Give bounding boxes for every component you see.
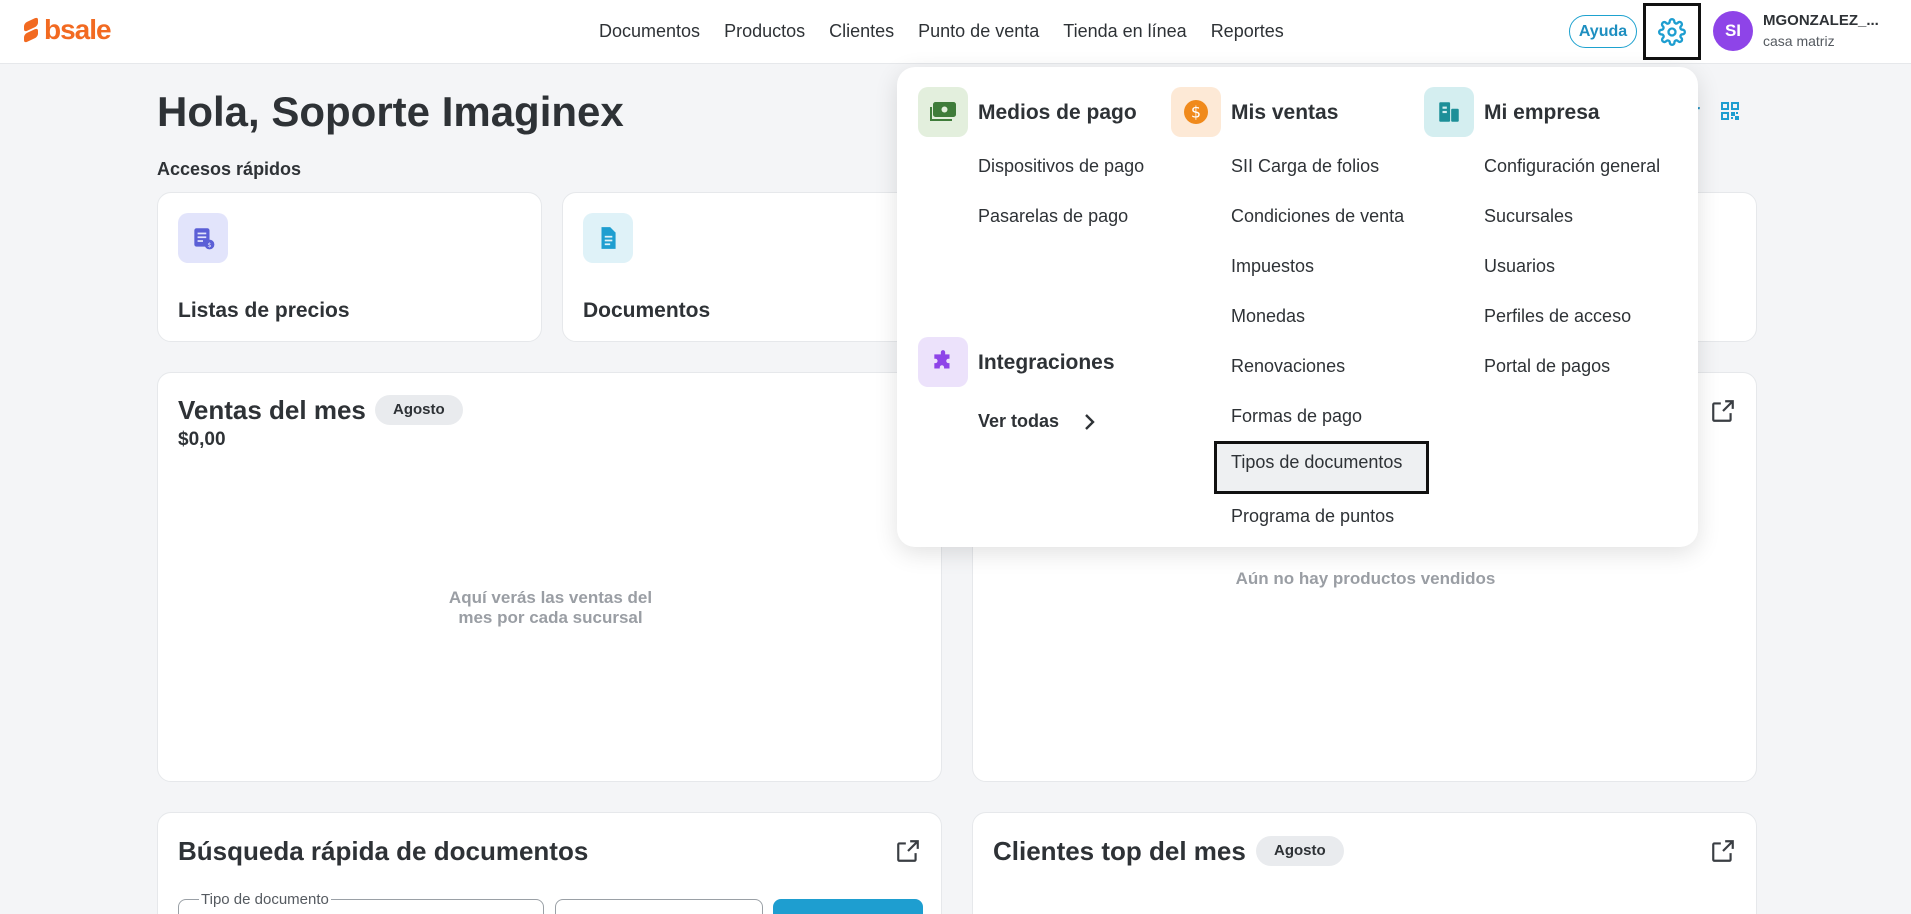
logo-text: bsale: [44, 14, 112, 45]
chevron-right-icon: [1085, 413, 1095, 430]
menu-item-points-program[interactable]: Programa de puntos: [1231, 506, 1394, 527]
menu-item-payment-gateways[interactable]: Pasarelas de pago: [978, 206, 1128, 227]
menu-heading-payment: Medios de pago: [978, 101, 1137, 124]
menu-item-payment-methods[interactable]: Formas de pago: [1231, 406, 1362, 427]
main-nav: Documentos Productos Clientes Punto de v…: [587, 19, 1296, 43]
quick-access-card-documents[interactable]: Documentos: [562, 192, 947, 342]
svg-text:$: $: [207, 241, 211, 249]
menu-item-branches[interactable]: Sucursales: [1484, 206, 1573, 227]
menu-item-renewals[interactable]: Renovaciones: [1231, 356, 1345, 377]
cash-icon: [918, 87, 968, 137]
top-clients-panel: Clientes top del mes Agosto: [972, 812, 1757, 914]
sales-empty-message: Aquí verás las ventas del mes por cada s…: [448, 588, 653, 627]
sales-of-month-panel: Ventas del mes Agosto $0,00 Aquí verás l…: [157, 372, 942, 782]
menu-item-taxes[interactable]: Impuestos: [1231, 256, 1314, 277]
nav-productos[interactable]: Productos: [712, 19, 817, 43]
price-list-icon: $: [178, 213, 228, 263]
document-type-select[interactable]: Tipo de documento: [178, 891, 544, 914]
avatar[interactable]: SI: [1713, 11, 1753, 51]
external-link-icon[interactable]: [1710, 838, 1736, 864]
menu-heading-company: Mi empresa: [1484, 101, 1600, 124]
document-number-input[interactable]: [555, 899, 763, 914]
nav-documentos[interactable]: Documentos: [587, 19, 712, 43]
bsale-logo[interactable]: bsale: [22, 14, 112, 46]
menu-item-general-config[interactable]: Configuración general: [1484, 156, 1660, 177]
month-badge: Agosto: [1256, 836, 1344, 866]
menu-item-sale-conditions[interactable]: Condiciones de venta: [1231, 206, 1404, 227]
menu-item-payment-portal[interactable]: Portal de pagos: [1484, 356, 1610, 377]
menu-item-users[interactable]: Usuarios: [1484, 256, 1555, 277]
coin-icon: $: [1171, 87, 1221, 137]
settings-button[interactable]: [1643, 3, 1701, 60]
top-bar: bsale Documentos Productos Clientes Punt…: [0, 0, 1911, 64]
document-type-label: Tipo de documento: [199, 891, 331, 908]
quick-access-card-price-lists[interactable]: $ Listas de precios: [157, 192, 542, 342]
quick-access-title: Accesos rápidos: [157, 159, 302, 179]
panel-title: Ventas del mes: [178, 395, 366, 425]
gear-icon: [1658, 17, 1686, 46]
menu-item-payment-devices[interactable]: Dispositivos de pago: [978, 156, 1144, 177]
grid-icon[interactable]: [1721, 102, 1739, 120]
month-badge: Agosto: [375, 395, 463, 425]
search-button[interactable]: [773, 899, 923, 914]
menu-heading-integrations: Integraciones: [978, 351, 1115, 374]
nav-punto-de-venta[interactable]: Punto de venta: [906, 19, 1051, 43]
menu-item-document-types[interactable]: Tipos de documentos: [1214, 441, 1429, 494]
panel-title: Clientes top del mes: [993, 836, 1246, 866]
building-icon: [1424, 87, 1474, 137]
quick-access-label: Documentos: [583, 299, 711, 322]
nav-tienda-en-linea[interactable]: Tienda en línea: [1051, 19, 1198, 43]
user-name[interactable]: MGONZALEZ_...: [1763, 12, 1879, 29]
see-all-label: Ver todas: [978, 411, 1060, 431]
document-icon: [583, 213, 633, 263]
menu-heading-sales: Mis ventas: [1231, 101, 1339, 124]
puzzle-icon: [918, 337, 968, 387]
external-link-icon[interactable]: [1710, 398, 1736, 424]
menu-item-currencies[interactable]: Monedas: [1231, 306, 1305, 327]
sales-amount: $0,00: [178, 429, 226, 450]
quick-access-label: Listas de precios: [178, 299, 350, 322]
bsale-logo-icon: [22, 16, 40, 44]
nav-reportes[interactable]: Reportes: [1199, 19, 1296, 43]
settings-menu: Medios de pago Dispositivos de pago Pasa…: [897, 67, 1698, 547]
help-button[interactable]: Ayuda: [1569, 15, 1637, 48]
products-empty-message: Aún no hay productos vendidos: [1235, 569, 1496, 588]
menu-item-access-profiles[interactable]: Perfiles de acceso: [1484, 306, 1631, 327]
svg-text:$: $: [1191, 103, 1201, 122]
nav-clientes[interactable]: Clientes: [817, 19, 906, 43]
user-branch: casa matriz: [1763, 33, 1835, 49]
page-title: Hola, Soporte Imaginex: [157, 88, 624, 135]
external-link-icon[interactable]: [895, 838, 921, 864]
menu-item-sii-folios[interactable]: SII Carga de folios: [1231, 156, 1379, 177]
quick-document-search-panel: Búsqueda rápida de documentos Tipo de do…: [157, 812, 942, 914]
panel-title: Búsqueda rápida de documentos: [178, 836, 589, 866]
see-all-integrations-link[interactable]: Ver todas: [978, 411, 1095, 432]
